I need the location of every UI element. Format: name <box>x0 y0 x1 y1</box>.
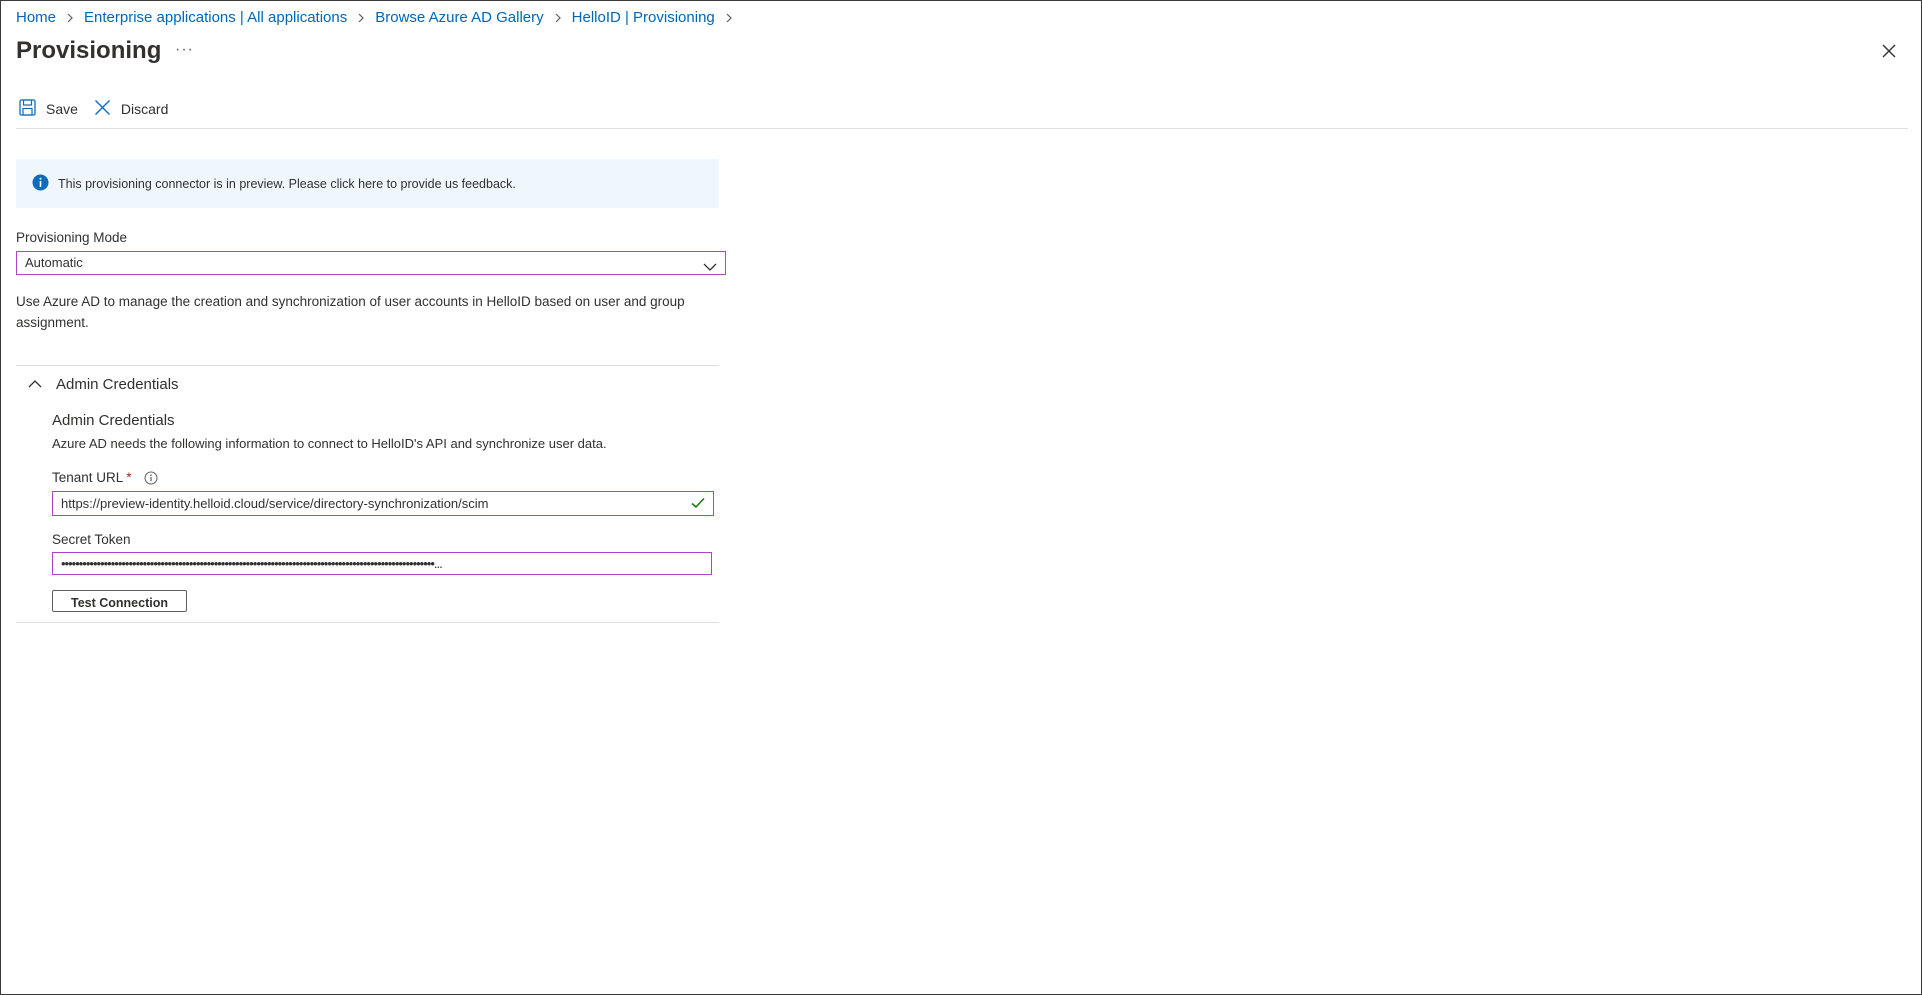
info-circle-icon[interactable] <box>144 471 158 485</box>
discard-label: Discard <box>120 101 169 117</box>
secret-token-label: Secret Token <box>52 532 131 547</box>
page-title: Provisioning <box>16 37 162 64</box>
admin-credentials-title: Admin Credentials <box>52 412 175 429</box>
toolbar-divider <box>16 128 1908 129</box>
section-divider-top <box>16 365 719 366</box>
chevron-right-icon <box>62 9 78 27</box>
tenant-url-label-row: Tenant URL * <box>52 470 158 485</box>
breadcrumb-home[interactable]: Home <box>16 9 56 27</box>
save-button[interactable]: Save <box>19 99 78 119</box>
checkmark-icon <box>691 496 705 514</box>
test-connection-button[interactable]: Test Connection <box>52 590 187 612</box>
secret-token-input[interactable]: ••••••••••••••••••••••••••••••••••••••••… <box>52 552 712 575</box>
more-options-button[interactable]: ··· <box>175 41 194 59</box>
provisioning-mode-label: Provisioning Mode <box>16 230 128 245</box>
admin-credentials-section-label: Admin Credentials <box>56 376 179 393</box>
tenant-url-input[interactable] <box>52 491 714 516</box>
provisioning-mode-value: Automatic <box>25 255 83 270</box>
save-icon <box>19 99 46 119</box>
chevron-right-icon <box>353 9 369 27</box>
tenant-url-label: Tenant URL <box>52 470 124 485</box>
app-frame: Home Enterprise applications | All appli… <box>0 0 1922 995</box>
admin-credentials-description: Azure AD needs the following information… <box>52 436 607 451</box>
banner-text: This provisioning connector is in previe… <box>58 176 516 191</box>
required-marker: * <box>126 470 132 485</box>
breadcrumb-browse-gallery[interactable]: Browse Azure AD Gallery <box>375 9 543 27</box>
provisioning-mode-dropdown[interactable]: Automatic <box>16 251 726 275</box>
chevron-right-icon <box>721 9 737 27</box>
discard-x-icon <box>94 99 121 119</box>
breadcrumb-helloid-provisioning[interactable]: HelloID | Provisioning <box>572 9 715 27</box>
info-icon <box>16 174 58 194</box>
breadcrumb-enterprise-applications[interactable]: Enterprise applications | All applicatio… <box>84 9 347 27</box>
preview-info-banner[interactable]: This provisioning connector is in previe… <box>16 159 719 208</box>
close-icon[interactable] <box>1881 43 1899 61</box>
provisioning-mode-description: Use Azure AD to manage the creation and … <box>16 294 685 330</box>
breadcrumb: Home Enterprise applications | All appli… <box>16 9 743 27</box>
chevron-up-icon <box>28 376 56 393</box>
admin-credentials-toggle[interactable]: Admin Credentials <box>28 376 179 393</box>
chevron-down-icon <box>703 257 717 279</box>
save-label: Save <box>46 101 78 117</box>
chevron-right-icon <box>550 9 566 27</box>
discard-button[interactable]: Discard <box>94 99 168 119</box>
section-divider-bottom <box>16 622 719 623</box>
command-bar: Save Discard <box>19 99 184 119</box>
